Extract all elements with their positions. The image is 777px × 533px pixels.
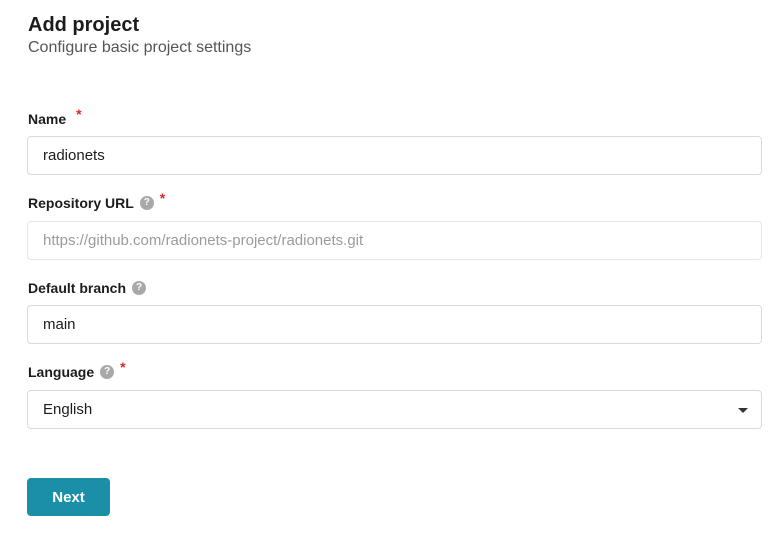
repository-url-input[interactable]: https://github.com/radionets-project/rad…: [27, 221, 762, 260]
language-required-marker: *: [120, 359, 126, 375]
name-label-row: Name *: [28, 106, 82, 129]
page-subtitle: Configure basic project settings: [28, 39, 252, 56]
repository-url-required-marker: *: [159, 190, 166, 206]
name-required-marker: *: [76, 106, 82, 122]
language-selected-value: English: [43, 401, 93, 418]
language-label: Language: [28, 364, 95, 380]
help-icon[interactable]: ?: [139, 196, 154, 210]
language-label-row: Language ? *: [28, 359, 126, 382]
help-icon[interactable]: ?: [132, 281, 147, 295]
repository-url-label: Repository URL: [28, 195, 134, 211]
repository-url-label-row: Repository URL ? *: [28, 190, 166, 213]
default-branch-input-value: main: [43, 316, 76, 333]
language-select[interactable]: English: [27, 390, 762, 429]
caret-down-icon: [738, 408, 748, 413]
default-branch-label: Default branch: [28, 280, 127, 296]
add-project-page: Add project Configure basic project sett…: [0, 0, 777, 533]
default-branch-label-row: Default branch ?: [28, 278, 147, 298]
repository-url-placeholder: https://github.com/radionets-project/rad…: [43, 232, 364, 249]
name-input-value: radionets: [43, 147, 105, 164]
next-button[interactable]: Next: [27, 478, 110, 516]
default-branch-input[interactable]: main: [27, 305, 762, 344]
help-icon[interactable]: ?: [100, 365, 115, 379]
name-label: Name: [28, 111, 67, 127]
name-input[interactable]: radionets: [27, 136, 762, 175]
page-title: Add project: [28, 14, 140, 36]
